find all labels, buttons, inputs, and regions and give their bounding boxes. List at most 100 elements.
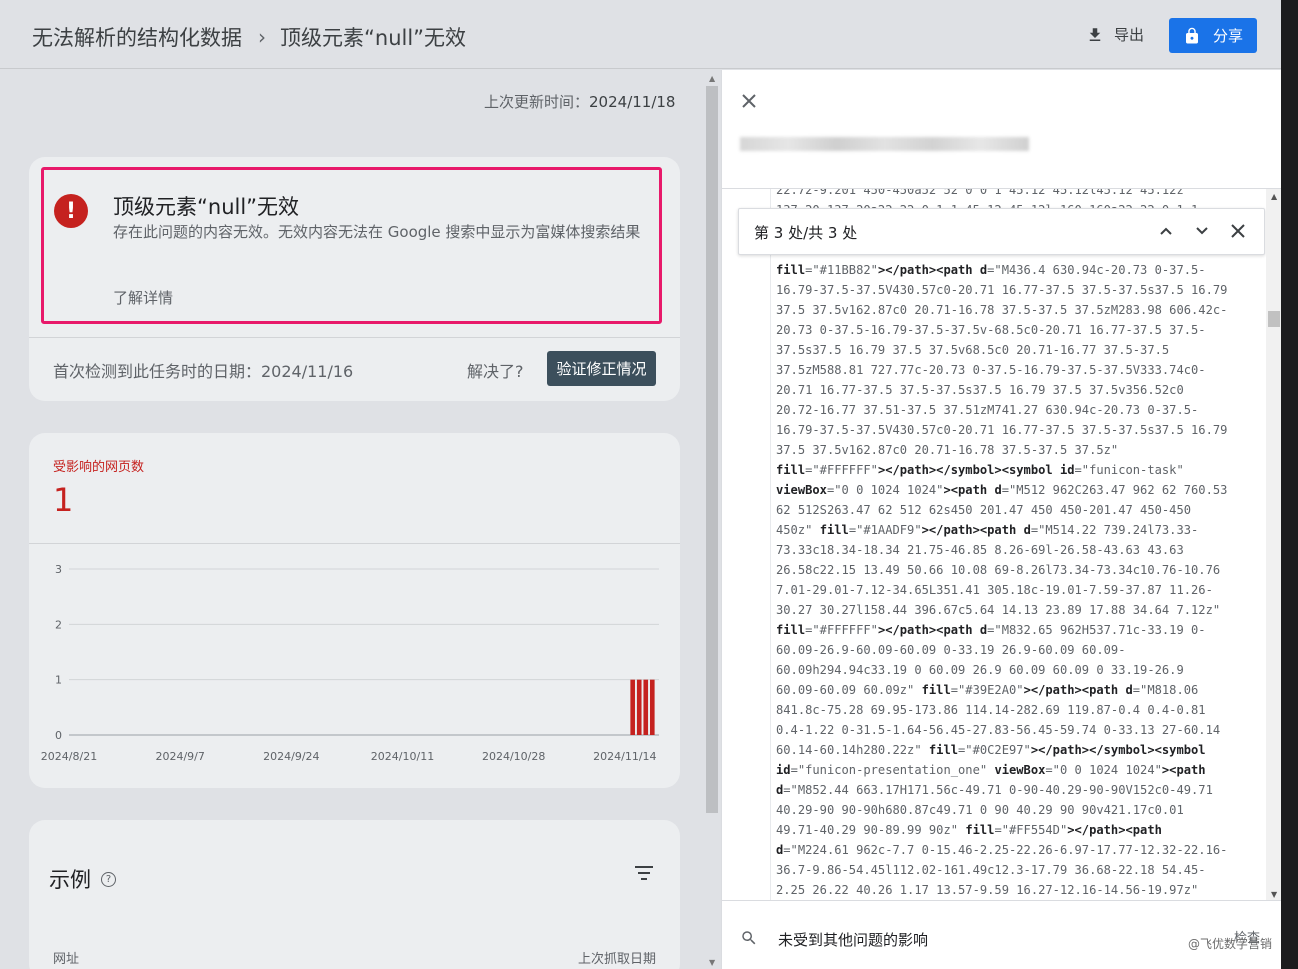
- code-line: 22.72-9.201 450-450a52 52 0 0 1 45.12 45…: [776, 188, 1184, 197]
- source-code: 22.72-9.201 450-450a52 52 0 0 1 45.12 45…: [776, 188, 1266, 900]
- code-line: id="funicon-presentation_one" viewBox="0…: [776, 763, 1206, 777]
- affected-pages-card: 受影响的网页数 1 0 1 2 3 2024/8/21 2024/9/7 2024/9/24…: [29, 433, 680, 788]
- code-line: 450z" fill="#1AADF9"></path><path d="M51…: [776, 523, 1199, 537]
- scroll-up-arrow-icon[interactable]: ▲: [1271, 192, 1277, 201]
- export-label: 导出: [1114, 26, 1145, 44]
- chart-bar[interactable]: [636, 679, 642, 735]
- code-line: viewBox="0 0 1024 1024"><path d="M512 96…: [776, 483, 1228, 497]
- code-line: fill="#FFFFFF"></path></symbol><symbol i…: [776, 463, 1184, 477]
- code-line: 16.79-37.5-37.5V430.57c0-20.71 16.77-37.…: [776, 283, 1228, 297]
- code-line: 37.5s37.5 16.79 37.5 37.5v68.5c0 20.71-1…: [776, 343, 1170, 357]
- window-edge: [1281, 0, 1298, 969]
- code-line: 37.5 37.5v162.87c0 20.71-16.78 37.5-37.5…: [776, 443, 1119, 457]
- help-icon[interactable]: ?: [101, 871, 116, 887]
- share-label: 分享: [1212, 27, 1243, 45]
- code-line: 0.4-1.22 0-31.5-1.64-56.45-27.83-56.45-5…: [776, 723, 1221, 737]
- examples-title: 示例 ?: [49, 864, 116, 894]
- affected-pages-label: 受影响的网页数: [53, 460, 145, 475]
- x-tick-label: 2024/9/24: [263, 750, 319, 763]
- verify-fix-button[interactable]: 验证修正情况: [547, 351, 656, 386]
- code-line: 16.79-37.5-37.5V430.57c0-20.71 16.77-37.…: [776, 423, 1228, 437]
- code-line: 62 512S263.47 62 512 62s450 201.47 450 4…: [776, 503, 1192, 517]
- error-icon: !: [54, 194, 88, 228]
- resolved-question: 解决了?: [467, 362, 524, 381]
- breadcrumb: 无法解析的结构化数据 › 顶级元素“null”无效: [32, 22, 466, 52]
- close-search-icon[interactable]: [1230, 223, 1246, 239]
- footer-status-text: 未受到其他问题的影响: [778, 931, 929, 949]
- chevron-down-icon[interactable]: [1194, 223, 1210, 239]
- issue-highlight-box: ! 顶级元素“null”无效 存在此问题的内容无效。无效内容无法在 Google…: [41, 167, 662, 324]
- y-tick-label: 1: [55, 674, 62, 687]
- issue-title: 顶级元素“null”无效: [113, 195, 300, 219]
- filter-icon[interactable]: [635, 866, 653, 880]
- y-tick-label: 0: [55, 729, 62, 742]
- first-detected-date: 首次检测到此任务时的日期：2024/11/16: [53, 362, 354, 381]
- divider: [29, 337, 680, 338]
- scrollbar-thumb[interactable]: [706, 86, 718, 813]
- code-line: 20.72-16.77 37.51-37.5 37.51zM741.27 630…: [776, 403, 1199, 417]
- code-viewer: 22.72-9.201 450-450a52 52 0 0 1 45.12 45…: [722, 188, 1282, 900]
- code-line: 26.58c22.15 13.49 50.66 10.08 69-8.26l73…: [776, 563, 1221, 577]
- left-scrollbar[interactable]: ▲ ▼: [705, 71, 720, 969]
- share-button[interactable]: 分享: [1169, 18, 1257, 53]
- download-icon: [1089, 27, 1101, 41]
- code-line: 60.14-60.14h280.22z" fill="#0C2E97"></pa…: [776, 743, 1206, 757]
- y-tick-label: 3: [55, 563, 62, 576]
- code-line: 37.5zM588.81 727.77c-20.73 0-37.5-16.79-…: [776, 363, 1206, 377]
- find-in-code-bar: 第 3 处/共 3 处: [738, 208, 1265, 255]
- close-icon[interactable]: [740, 92, 758, 110]
- chart-bar[interactable]: [630, 679, 635, 735]
- learn-more-link[interactable]: 了解详情: [113, 287, 173, 308]
- code-line: 40.29-90 90-90h680.87c49.71 0 90 40.29 9…: [776, 803, 1184, 817]
- page-header: 无法解析的结构化数据 › 顶级元素“null”无效 导出 分享: [0, 0, 1281, 69]
- examples-title-text: 示例: [49, 868, 91, 892]
- scroll-up-arrow-icon[interactable]: ▲: [709, 74, 715, 83]
- scroll-down-arrow-icon[interactable]: ▼: [709, 958, 715, 967]
- x-tick-label: 2024/8/21: [41, 750, 97, 763]
- column-header-last-crawled[interactable]: 上次抓取日期: [578, 948, 656, 967]
- code-line: 49.71-40.29 90-89.99 90z" fill="#FF554D"…: [776, 823, 1162, 837]
- affected-pages-chart: 0 1 2 3 2024/8/21 2024/9/7 2024/9/24 2024/10/11…: [41, 563, 659, 763]
- code-line: 20.71 16.77-37.5 37.5-37.5s37.5 16.79 37…: [776, 383, 1184, 397]
- code-line: d="M224.61 962c-7.7 0-15.46-2.25-22.26-6…: [776, 843, 1228, 857]
- x-tick-label: 2024/10/11: [371, 750, 434, 763]
- code-line: fill="#11BB82"></path><path d="M436.4 63…: [776, 263, 1206, 277]
- code-line: 60.09-26.9-60.09-60.09 0-33.19 26.9-60.0…: [776, 643, 1126, 657]
- examples-card: 示例 ? 网址 上次抓取日期: [29, 820, 680, 969]
- last-update-value: 2024/11/18: [589, 93, 676, 111]
- code-line: 60.09-60.09 60.09z" fill="#39E2A0"></pat…: [776, 683, 1199, 697]
- chart-bar[interactable]: [650, 679, 655, 735]
- code-line: 7.01-29.01-7.12-34.65L351.41 305.18c-19.…: [776, 583, 1213, 597]
- code-line: 36.7-9.86-54.45l112.02-161.49c12.3-17.79…: [776, 863, 1206, 877]
- x-tick-label: 2024/9/7: [155, 750, 204, 763]
- breadcrumb-root[interactable]: 无法解析的结构化数据: [32, 22, 242, 52]
- chevron-right-icon: ›: [258, 25, 266, 49]
- code-scrollbar[interactable]: ▲ ▼: [1266, 189, 1282, 900]
- code-gutter: [770, 189, 771, 900]
- search-icon: [742, 931, 756, 945]
- scroll-down-arrow-icon[interactable]: ▼: [1271, 890, 1277, 899]
- code-inspection-panel: 22.72-9.201 450-450a52 52 0 0 1 45.12 45…: [721, 70, 1282, 969]
- chart-bar[interactable]: [643, 679, 649, 735]
- code-line: d="M852.44 663.17H171.56c-49.71 0-90-40.…: [776, 783, 1213, 797]
- x-tick-label: 2024/11/14: [593, 750, 656, 763]
- search-result-count: 第 3 处/共 3 处: [754, 224, 858, 242]
- last-update: 上次更新时间：2024/11/18: [484, 91, 675, 112]
- code-line: 37.5 37.5v162.87c0 20.71-16.78 37.5-37.5…: [776, 303, 1228, 317]
- issue-card: ! 顶级元素“null”无效 存在此问题的内容无效。无效内容无法在 Google…: [29, 157, 680, 401]
- lock-icon: [1185, 27, 1198, 43]
- chevron-up-icon[interactable]: [1158, 223, 1174, 239]
- code-line: 20.73 0-37.5-16.79-37.5-37.5v-68.5c0-20.…: [776, 323, 1206, 337]
- y-tick-label: 2: [55, 618, 62, 631]
- code-line: 30.27 30.27l158.44 396.67c5.64 14.13 23.…: [776, 603, 1221, 617]
- affected-pages-value: 1: [53, 481, 74, 519]
- column-header-url[interactable]: 网址: [53, 948, 79, 967]
- divider: [29, 543, 680, 544]
- last-update-label: 上次更新时间：: [484, 93, 590, 111]
- code-line: 2.25 26.22 40.26 1.17 13.57-9.59 16.27-1…: [776, 883, 1199, 897]
- watermark: @飞优数字营销: [1188, 937, 1273, 951]
- scrollbar-thumb[interactable]: [1268, 311, 1280, 327]
- issue-description: 存在此问题的内容无效。无效内容无法在 Google 搜索中显示为富媒体搜索结果: [113, 223, 641, 241]
- export-button[interactable]: 导出: [1086, 24, 1144, 45]
- breadcrumb-current: 顶级元素“null”无效: [280, 26, 467, 50]
